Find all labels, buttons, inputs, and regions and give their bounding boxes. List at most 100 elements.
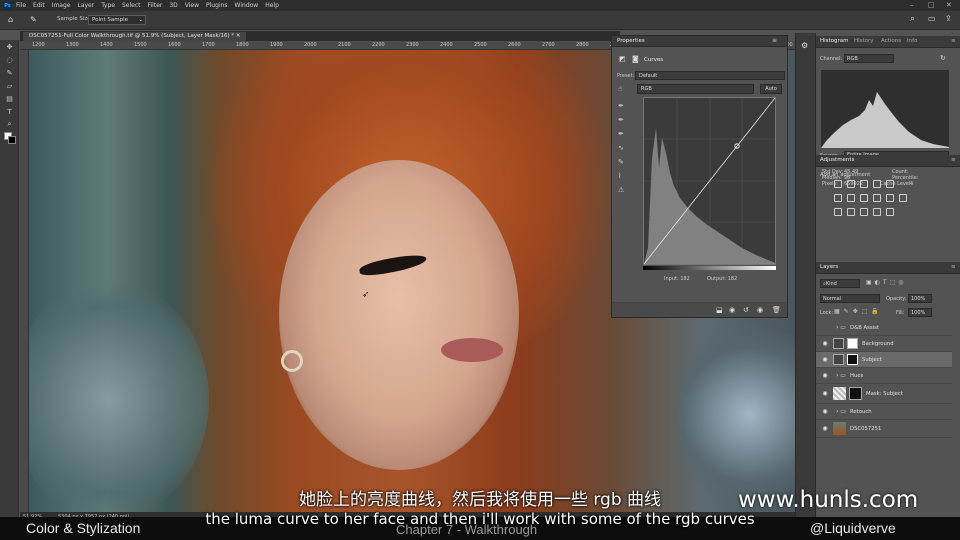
- view-previous-icon[interactable]: ◉: [729, 306, 735, 314]
- menu-plugins[interactable]: Plugins: [206, 2, 228, 9]
- panel-menu-icon[interactable]: ≡: [951, 264, 956, 270]
- close-icon[interactable]: ✕: [946, 1, 952, 9]
- reset-icon[interactable]: ↺: [743, 306, 749, 314]
- tab-histogram[interactable]: Histogram: [820, 38, 849, 44]
- eraser-tool-icon[interactable]: ▱: [0, 79, 19, 92]
- vibrance-icon[interactable]: [886, 180, 894, 188]
- tab-actions[interactable]: Actions: [881, 38, 901, 44]
- minimize-icon[interactable]: –: [910, 1, 914, 9]
- exposure-icon[interactable]: [873, 180, 881, 188]
- tab-adjustments[interactable]: Adjustments: [820, 157, 854, 163]
- type-tool-icon[interactable]: T: [0, 105, 19, 118]
- layer-row-hues[interactable]: ◉ › ▭ Hues: [816, 368, 952, 384]
- photo-filter-icon[interactable]: [873, 194, 881, 202]
- properties-panel-icon[interactable]: ⚙: [801, 41, 808, 50]
- color-swatches-icon[interactable]: [0, 131, 19, 144]
- layer-row-mask-subject[interactable]: ◉ Mask: Subject: [816, 384, 952, 404]
- gray-point-eyedropper-icon[interactable]: ✒: [618, 116, 628, 126]
- posterize-icon[interactable]: [847, 208, 855, 216]
- preset-select[interactable]: Default: [635, 71, 785, 80]
- color-balance-icon[interactable]: [847, 194, 855, 202]
- eye-icon[interactable]: ◉: [820, 372, 830, 379]
- layer-row-retouch[interactable]: ◉ › ▭ Retouch: [816, 404, 952, 420]
- lasso-tool-icon[interactable]: ◌: [0, 53, 19, 66]
- color-lookup-icon[interactable]: [899, 194, 907, 202]
- eye-icon[interactable]: ◉: [820, 356, 830, 363]
- menu-file[interactable]: File: [16, 2, 26, 9]
- menu-image[interactable]: Image: [52, 2, 71, 9]
- opacity-input[interactable]: 100%: [908, 294, 932, 303]
- menu-edit[interactable]: Edit: [33, 2, 45, 9]
- curves-icon[interactable]: [860, 180, 868, 188]
- eye-icon[interactable]: ◉: [820, 340, 830, 347]
- menu-select[interactable]: Select: [122, 2, 141, 9]
- channel-select[interactable]: RGB: [637, 84, 754, 94]
- menu-view[interactable]: View: [185, 2, 199, 9]
- delete-icon[interactable]: 🗑: [772, 306, 781, 314]
- workspace-icon[interactable]: ▭: [928, 14, 936, 23]
- layer-row-d-and-b-assist[interactable]: › ▭ D&B Assist: [816, 320, 952, 336]
- histogram-channel-select[interactable]: RGB: [844, 54, 894, 63]
- brightness-contrast-icon[interactable]: [834, 180, 842, 188]
- tab-layers[interactable]: Layers: [820, 264, 838, 270]
- eye-icon[interactable]: ◉: [820, 425, 830, 432]
- stamp-tool-icon[interactable]: ▤: [0, 92, 19, 105]
- eye-icon[interactable]: ◉: [820, 408, 830, 415]
- panel-menu-icon[interactable]: ≡: [772, 37, 777, 44]
- clipping-warning-icon[interactable]: ⚠: [618, 186, 628, 196]
- hue-saturation-icon[interactable]: [834, 194, 842, 202]
- channel-mixer-icon[interactable]: [886, 194, 894, 202]
- menu-filter[interactable]: Filter: [148, 2, 163, 9]
- document-tab[interactable]: DSC057251-Full Color Walkthrough.tif @ 5…: [23, 32, 247, 41]
- search-icon[interactable]: ⌕: [910, 14, 915, 24]
- curves-graph[interactable]: [643, 97, 776, 265]
- layer-row-background[interactable]: ◉ Background: [816, 336, 952, 352]
- menu-type[interactable]: Type: [101, 2, 115, 9]
- gradient-map-icon[interactable]: [873, 208, 881, 216]
- menu-help[interactable]: Help: [265, 2, 279, 9]
- menu-window[interactable]: Window: [235, 2, 259, 9]
- fill-input[interactable]: 100%: [908, 308, 932, 317]
- layer-row-dsc057251[interactable]: ◉ DSC057251: [816, 420, 952, 438]
- ruler-tick-label: 1600: [168, 42, 181, 48]
- layer-filter-icons[interactable]: ▣◐T⬚◎: [866, 279, 906, 286]
- pencil-draw-icon[interactable]: ✎: [618, 158, 628, 168]
- invert-icon[interactable]: [834, 208, 842, 216]
- layer-mask-icon[interactable]: ◙: [632, 55, 639, 63]
- threshold-icon[interactable]: [860, 208, 868, 216]
- blend-mode-select[interactable]: Normal: [820, 294, 880, 303]
- black-point-eyedropper-icon[interactable]: ✒: [618, 102, 628, 112]
- visibility-icon[interactable]: ◉: [757, 306, 763, 314]
- tab-history[interactable]: History: [854, 38, 874, 44]
- menu-layer[interactable]: Layer: [77, 2, 94, 9]
- lock-icons[interactable]: ▦✎✥⬚🔒: [834, 308, 883, 315]
- levels-icon[interactable]: [847, 180, 855, 188]
- home-icon[interactable]: ⌂: [8, 15, 13, 24]
- clip-to-layer-icon[interactable]: ⬓: [716, 306, 723, 314]
- selective-color-icon[interactable]: [886, 208, 894, 216]
- auto-button[interactable]: Auto: [760, 84, 782, 94]
- black-white-icon[interactable]: [860, 194, 868, 202]
- menu-3d[interactable]: 3D: [169, 2, 177, 9]
- eye-icon[interactable]: ◉: [820, 390, 830, 397]
- smooth-icon[interactable]: ⌇: [618, 172, 628, 182]
- curve-edit-icon[interactable]: ∿: [618, 144, 628, 154]
- layer-filter-select[interactable]: ⌕ Kind: [820, 279, 860, 288]
- refresh-icon[interactable]: ↻: [940, 54, 946, 62]
- maximize-icon[interactable]: □: [928, 1, 935, 9]
- share-icon[interactable]: ⇪: [945, 14, 952, 23]
- panel-menu-icon[interactable]: ≡: [951, 38, 956, 44]
- ruler-tick-label: 1800: [236, 42, 249, 48]
- white-point-eyedropper-icon[interactable]: ✒: [618, 130, 628, 140]
- histogram-graph: [821, 70, 949, 148]
- brush-tool-icon[interactable]: ✎: [0, 66, 19, 79]
- panel-menu-icon[interactable]: ≡: [951, 157, 956, 163]
- zoom-tool-icon[interactable]: ⌕: [0, 118, 19, 131]
- eyedropper-icon[interactable]: ✎: [30, 15, 37, 24]
- layer-row-subject[interactable]: ◉ Subject: [816, 352, 952, 368]
- close-tab-icon[interactable]: ✕: [236, 33, 241, 39]
- sample-size-select[interactable]: Point Sample ⌄: [88, 15, 146, 25]
- tab-info[interactable]: Info: [907, 38, 917, 44]
- move-tool-icon[interactable]: ✥: [0, 40, 19, 53]
- target-adjust-icon[interactable]: ☝: [618, 85, 622, 93]
